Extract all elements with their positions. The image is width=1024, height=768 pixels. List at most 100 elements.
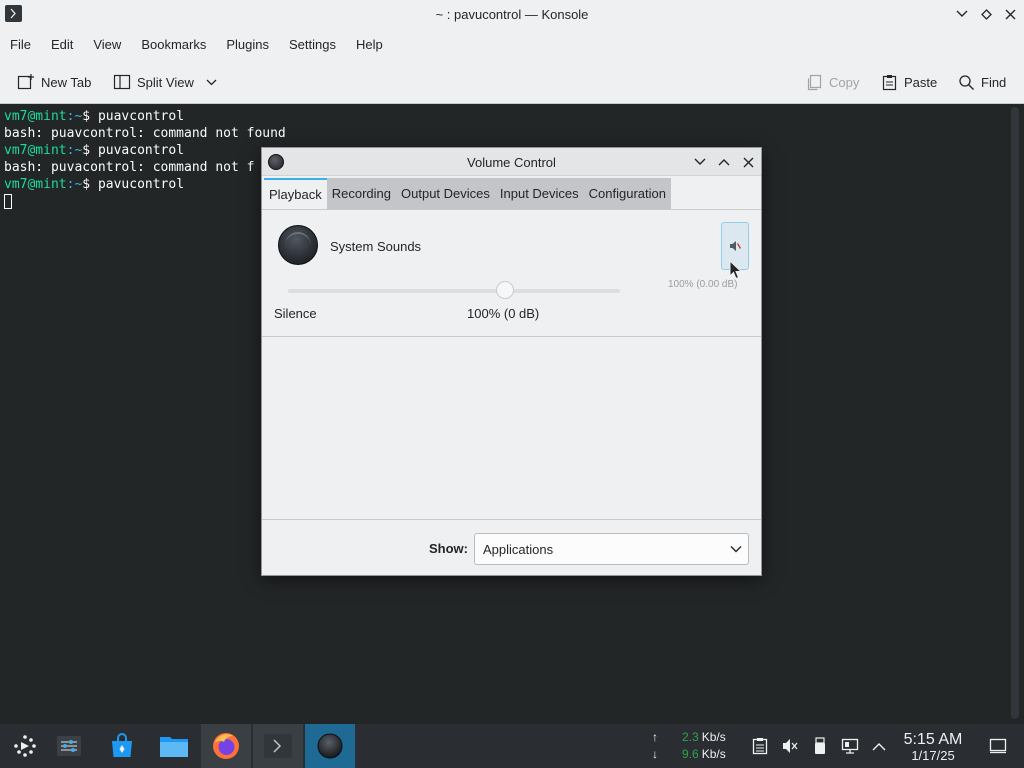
new-tab-button[interactable]: New Tab (17, 71, 91, 93)
taskbar-firefox[interactable] (201, 724, 251, 768)
show-dropdown-value: Applications (483, 542, 554, 557)
prompt-path: :~ (66, 177, 83, 192)
speaker-muted-icon (730, 241, 742, 251)
maximize-button[interactable] (976, 5, 996, 23)
new-tab-label: New Tab (41, 74, 92, 90)
menu-edit[interactable]: Edit (41, 37, 83, 52)
volume-slider-fill (288, 289, 506, 293)
menu-help[interactable]: Help (346, 37, 393, 52)
tray-clipboard[interactable] (750, 736, 770, 756)
menu-plugins[interactable]: Plugins (216, 37, 279, 52)
split-view-icon (113, 74, 131, 90)
split-view-button[interactable]: Split View (113, 71, 217, 93)
minimize-button[interactable] (952, 5, 972, 23)
show-label: Show: (429, 541, 468, 556)
paste-button[interactable]: Paste (881, 71, 937, 93)
upload-unit: Kb/s (701, 730, 726, 744)
clipboard-icon (752, 738, 768, 755)
terminal-scrollbar[interactable] (1011, 107, 1019, 719)
chevron-down-icon (694, 158, 706, 165)
prompt-path: :~ (66, 143, 83, 158)
taskbar: ↑ 2.3 Kb/s ↓ 9.6 Kb/s 5:15 AM 1/17/25 (0, 724, 1024, 768)
stream-app-icon (278, 225, 318, 265)
folder-icon (160, 737, 188, 757)
pavucontrol-icon (317, 733, 343, 759)
vc-minimize-button[interactable] (691, 153, 709, 171)
tab-configuration[interactable]: Configuration (584, 178, 671, 209)
copy-button[interactable]: Copy (806, 71, 859, 93)
tab-playback[interactable]: Playback (264, 178, 327, 209)
show-desktop-button[interactable] (988, 736, 1008, 756)
wired-network-icon (841, 738, 859, 754)
sliders-icon (57, 736, 81, 756)
tray-volume[interactable] (780, 736, 800, 756)
close-button[interactable] (1000, 5, 1020, 23)
speaker-muted-icon (783, 739, 798, 753)
search-icon (959, 74, 974, 90)
prompt-symbol: $ (82, 177, 98, 192)
volume-control-footer: Show: Applications (262, 519, 761, 575)
volume-level-readout: 100% (0.00 dB) (668, 279, 738, 290)
menu-file[interactable]: File (0, 37, 41, 52)
menu-settings[interactable]: Settings (279, 37, 346, 52)
clock[interactable]: 5:15 AM 1/17/25 (898, 732, 968, 764)
volume-control-window: Volume Control Playback Recording Output… (261, 147, 762, 576)
shopping-bag-icon (112, 733, 132, 757)
output-text: bash: puavcontrol: command not found (4, 126, 286, 141)
download-rate: 9.6 (682, 747, 699, 761)
menu-view[interactable]: View (83, 37, 131, 52)
copy-icon (807, 74, 822, 90)
menu-bookmarks[interactable]: Bookmarks (131, 37, 216, 52)
show-dropdown[interactable]: Applications (474, 533, 749, 565)
command-text: puvacontrol (97, 143, 185, 158)
menu-bar: File Edit View Bookmarks Plugins Setting… (0, 29, 1024, 59)
prompt-path: :~ (66, 109, 83, 124)
slider-label-silence: Silence (274, 306, 317, 321)
tab-input-devices[interactable]: Input Devices (495, 178, 584, 209)
paste-label: Paste (904, 74, 938, 90)
app-launcher-button[interactable] (0, 724, 50, 768)
chevron-down-icon[interactable] (206, 79, 217, 86)
diamond-icon (980, 8, 992, 20)
vc-maximize-button[interactable] (715, 153, 733, 171)
find-button[interactable]: Find (958, 71, 1006, 93)
terminal-icon (264, 734, 292, 758)
close-icon (743, 157, 753, 167)
terminal-output-line: bash: puavcontrol: command not found (4, 125, 1020, 142)
window-title: ~ : pavucontrol — Konsole (435, 7, 589, 22)
split-view-label: Split View (137, 74, 194, 90)
command-text: puavcontrol (97, 109, 185, 124)
taskbar-konsole[interactable] (253, 724, 303, 768)
slider-label-100-percent: 100% (0 dB) (467, 306, 540, 321)
vc-close-button[interactable] (739, 153, 757, 171)
terminal-command-line: vm7@mint:~$ puavcontrol (4, 108, 1020, 125)
volume-slider[interactable] (288, 289, 620, 293)
paste-icon (882, 74, 897, 90)
prompt-user: vm7@mint (4, 143, 67, 158)
output-text: bash: puvacontrol: command not f (4, 160, 255, 175)
tab-recording[interactable]: Recording (327, 178, 396, 209)
taskbar-file-manager[interactable] (149, 724, 199, 768)
chevron-up-icon (872, 742, 886, 750)
chevron-up-icon (718, 159, 730, 166)
upload-rate: 2.3 (682, 730, 699, 744)
usb-drive-icon (815, 737, 825, 754)
find-label: Find (981, 74, 1007, 90)
download-unit: Kb/s (701, 747, 726, 761)
tray-expand-button[interactable] (869, 736, 889, 756)
taskbar-system-settings[interactable] (44, 724, 94, 768)
new-tab-icon (17, 74, 34, 90)
volume-slider-handle[interactable] (496, 281, 515, 299)
prompt-user: vm7@mint (4, 177, 67, 192)
tray-network[interactable] (840, 736, 860, 756)
prompt-symbol: $ (82, 109, 98, 124)
volume-control-title: Volume Control (467, 155, 556, 170)
playback-panel: System Sounds 100% (0.00 dB) Silence 100… (262, 209, 761, 519)
network-monitor: ↑ 2.3 Kb/s ↓ 9.6 Kb/s (652, 729, 732, 765)
tray-removable-devices[interactable] (810, 736, 830, 756)
taskbar-discover[interactable] (97, 724, 147, 768)
mint-launcher-icon (14, 735, 36, 757)
chevron-down-icon (730, 546, 742, 553)
tab-output-devices[interactable]: Output Devices (396, 178, 495, 209)
taskbar-volume-control[interactable] (305, 724, 355, 768)
